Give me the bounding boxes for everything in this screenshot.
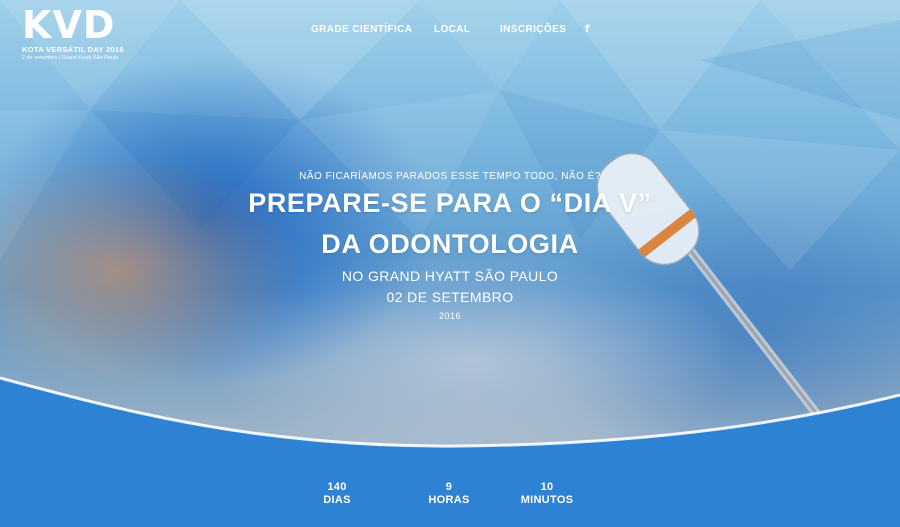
countdown-minutes-unit: MINUTOS — [520, 494, 574, 506]
hero-background — [0, 0, 900, 527]
bottom-wave — [0, 376, 900, 527]
nav-local[interactable]: LOCAL — [434, 24, 470, 35]
countdown-hours: 9 HORAS — [409, 481, 489, 507]
hero-headline-line1: PREPARE-SE PARA O “DIA V” — [248, 188, 652, 218]
countdown-hours-value: 9 — [445, 481, 453, 493]
hero-kicker: NÃO FICARÍAMOS PARADOS ESSE TEMPO TODO, … — [299, 171, 601, 182]
hero-year: 2016 — [438, 311, 462, 321]
logo-event-date: 2 de setembro | Grand Hyatt São Paulo — [22, 55, 119, 61]
facebook-icon[interactable]: f — [585, 24, 589, 35]
hero-headline-line2: DA ODONTOLOGIA — [321, 229, 579, 259]
hero-date: 02 DE SETEMBRO — [386, 289, 514, 305]
countdown-minutes: 10 MINUTOS — [507, 481, 587, 507]
logo-event-name: KOTA VERSÁTIL DAY 2016 — [22, 45, 124, 54]
nav-grade-cientifica[interactable]: GRADE CIENTÍFICA — [311, 24, 412, 35]
countdown-minutes-value: 10 — [540, 481, 554, 493]
hero-venue: NO GRAND HYATT SÃO PAULO — [341, 268, 559, 284]
countdown-days-unit: DIAS — [323, 494, 351, 506]
main-nav: GRADE CIENTÍFICA LOCAL INSCRIÇÕES f — [0, 24, 900, 38]
countdown-days-value: 140 — [327, 481, 347, 493]
countdown-hours-unit: HORAS — [428, 494, 470, 506]
nav-inscricoes[interactable]: INSCRIÇÕES — [500, 24, 566, 35]
countdown-days: 140 DIAS — [297, 481, 377, 507]
